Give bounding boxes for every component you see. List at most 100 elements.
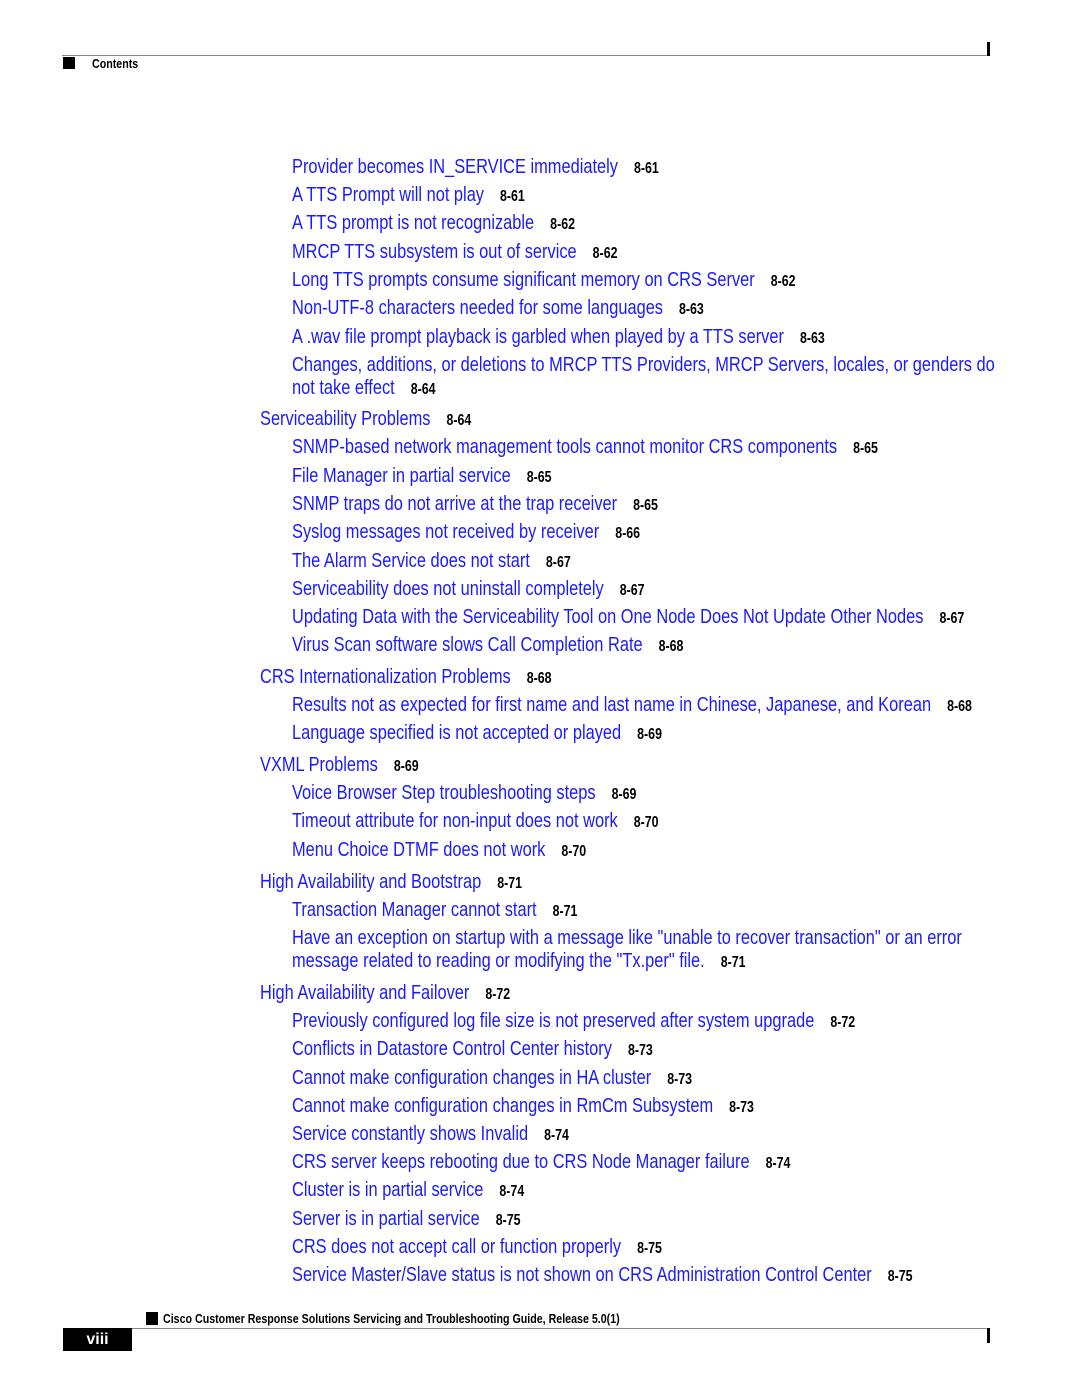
toc-entry-link[interactable]: MRCP TTS subsystem is out of service <box>292 240 577 263</box>
header-rule <box>62 55 990 56</box>
toc-entry-link[interactable]: Server is in partial service <box>292 1207 480 1230</box>
toc-entry-link[interactable]: High Availability and Bootstrap <box>260 870 481 893</box>
toc-entry-link[interactable]: Serviceability Problems <box>260 407 430 430</box>
toc-entry-link[interactable]: Changes, additions, or deletions to MRCP… <box>292 353 995 399</box>
toc-entry-link[interactable]: High Availability and Failover <box>260 981 469 1004</box>
toc-subsection-entry: Syslog messages not received by receiver… <box>292 520 640 545</box>
toc-entry-link[interactable]: File Manager in partial service <box>292 464 511 487</box>
toc-entry-link[interactable]: Menu Choice DTMF does not work <box>292 838 545 861</box>
toc-section-entry: CRS Internationalization Problems 8-68 <box>260 665 552 690</box>
toc-page-number: 8-62 <box>550 216 575 233</box>
toc-page-number: 8-69 <box>637 726 662 743</box>
toc-entry-link[interactable]: Language specified is not accepted or pl… <box>292 721 621 744</box>
toc-entry-link[interactable]: CRS server keeps rebooting due to CRS No… <box>292 1150 750 1173</box>
toc-subsection-entry: SNMP traps do not arrive at the trap rec… <box>292 492 658 517</box>
toc-page-number: 8-62 <box>592 245 618 262</box>
toc-subsection-entry: SNMP-based network management tools cann… <box>292 435 878 460</box>
toc-page-number: 8-68 <box>526 670 552 687</box>
footer-page-number: viii <box>63 1328 132 1351</box>
toc-page-number: 8-71 <box>497 875 523 892</box>
toc-entry-link[interactable]: Syslog messages not received by receiver <box>292 520 599 543</box>
toc-page-number: 8-71 <box>720 954 746 971</box>
toc-page-number: 8-69 <box>611 786 637 803</box>
toc-section-entry: High Availability and Bootstrap 8-71 <box>260 870 522 895</box>
toc-entry-link[interactable]: Cluster is in partial service <box>292 1178 483 1201</box>
toc-section-entry: Serviceability Problems 8-64 <box>260 407 471 432</box>
toc-entry-link[interactable]: CRS Internationalization Problems <box>260 665 511 688</box>
toc-page-number: 8-74 <box>499 1183 525 1200</box>
header-square-marker <box>63 57 75 69</box>
toc-page-number: 8-61 <box>500 188 525 205</box>
toc-entry-link[interactable]: Cannot make configuration changes in HA … <box>292 1066 651 1089</box>
toc-page-number: 8-67 <box>619 582 645 599</box>
toc-entry-link[interactable]: Results not as expected for first name a… <box>292 693 931 716</box>
header-edge-bar <box>987 42 990 56</box>
toc-entry-link[interactable]: Timeout attribute for non-input does not… <box>292 809 618 832</box>
toc-page-number: 8-62 <box>770 273 796 290</box>
toc-page-number: 8-72 <box>830 1014 856 1031</box>
footer-book-title: Cisco Customer Response Solutions Servic… <box>163 1311 620 1326</box>
toc-subsection-entry: CRS does not accept call or function pro… <box>292 1235 662 1260</box>
toc-page-number: 8-73 <box>667 1071 693 1088</box>
toc-entry-link[interactable]: Previously configured log file size is n… <box>292 1009 814 1032</box>
toc-subsection-entry: Serviceability does not uninstall comple… <box>292 577 645 602</box>
toc-subsection-entry: A TTS prompt is not recognizable 8-62 <box>292 211 575 236</box>
toc-subsection-entry: Conflicts in Datastore Control Center hi… <box>292 1037 653 1062</box>
toc-page-number: 8-75 <box>887 1268 913 1285</box>
toc-entry-link[interactable]: Non-UTF-8 characters needed for some lan… <box>292 296 663 319</box>
toc-page-number: 8-65 <box>853 440 878 457</box>
toc-section-entry: VXML Problems 8-69 <box>260 753 419 778</box>
footer-rule <box>132 1328 990 1329</box>
toc-entry-link[interactable]: Provider becomes IN_SERVICE immediately <box>292 155 618 178</box>
toc-entry-link[interactable]: Long TTS prompts consume significant mem… <box>292 268 755 291</box>
toc-entry-link[interactable]: A TTS prompt is not recognizable <box>292 211 534 234</box>
toc-entry-link[interactable]: Service Master/Slave status is not shown… <box>292 1263 872 1286</box>
toc-page-number: 8-72 <box>485 986 511 1003</box>
toc-page-number: 8-74 <box>765 1155 791 1172</box>
toc-page-number: 8-75 <box>637 1240 662 1257</box>
toc-subsection-entry: Have an exception on startup with a mess… <box>292 926 996 974</box>
toc-entry-link[interactable]: Transaction Manager cannot start <box>292 898 537 921</box>
toc-section-entry: High Availability and Failover 8-72 <box>260 981 510 1006</box>
toc-subsection-entry: Cannot make configuration changes in RmC… <box>292 1094 754 1119</box>
toc-page-number: 8-68 <box>947 698 972 715</box>
toc-page-number: 8-65 <box>633 497 658 514</box>
toc-page-number: 8-70 <box>561 843 587 860</box>
toc-subsection-entry: Language specified is not accepted or pl… <box>292 721 662 746</box>
toc-entry-link[interactable]: Have an exception on startup with a mess… <box>292 926 962 972</box>
footer-edge-bar <box>987 1328 990 1343</box>
toc-entry-link[interactable]: Cannot make configuration changes in RmC… <box>292 1094 713 1117</box>
toc-subsection-entry: A TTS Prompt will not play 8-61 <box>292 183 525 208</box>
toc-entry-link[interactable]: The Alarm Service does not start <box>292 549 530 572</box>
toc-entry-link[interactable]: SNMP traps do not arrive at the trap rec… <box>292 492 617 515</box>
toc-subsection-entry: Long TTS prompts consume significant mem… <box>292 268 796 293</box>
toc-entry-link[interactable]: Service constantly shows Invalid <box>292 1122 528 1145</box>
toc-entry-link[interactable]: Voice Browser Step troubleshooting steps <box>292 781 596 804</box>
toc-entry-link[interactable]: A .wav file prompt playback is garbled w… <box>292 325 784 348</box>
toc-page-number: 8-64 <box>410 381 436 398</box>
toc-page-number: 8-74 <box>544 1127 569 1144</box>
toc-subsection-entry: Timeout attribute for non-input does not… <box>292 809 659 834</box>
toc-subsection-entry: Virus Scan software slows Call Completio… <box>292 633 683 658</box>
toc-subsection-entry: Changes, additions, or deletions to MRCP… <box>292 353 996 401</box>
toc-entry-link[interactable]: Conflicts in Datastore Control Center hi… <box>292 1037 612 1060</box>
toc-entry-link[interactable]: SNMP-based network management tools cann… <box>292 435 837 458</box>
toc-page-number: 8-61 <box>634 160 659 177</box>
toc-page-number: 8-73 <box>627 1042 653 1059</box>
toc-entry-link[interactable]: Virus Scan software slows Call Completio… <box>292 633 643 656</box>
toc-page-number: 8-73 <box>729 1099 754 1116</box>
toc-entry-link[interactable]: VXML Problems <box>260 753 378 776</box>
toc-entry-link[interactable]: Updating Data with the Serviceability To… <box>292 605 923 628</box>
toc-entry-link[interactable]: CRS does not accept call or function pro… <box>292 1235 621 1258</box>
toc-subsection-entry: Transaction Manager cannot start 8-71 <box>292 898 577 923</box>
toc-subsection-entry: MRCP TTS subsystem is out of service 8-62 <box>292 240 617 265</box>
toc-subsection-entry: A .wav file prompt playback is garbled w… <box>292 325 825 350</box>
toc-entry-link[interactable]: A TTS Prompt will not play <box>292 183 484 206</box>
toc-subsection-entry: Non-UTF-8 characters needed for some lan… <box>292 296 704 321</box>
toc-subsection-entry: Cluster is in partial service 8-74 <box>292 1178 524 1203</box>
toc-page-number: 8-67 <box>545 554 571 571</box>
toc-subsection-entry: Voice Browser Step troubleshooting steps… <box>292 781 636 806</box>
toc-subsection-entry: Results not as expected for first name a… <box>292 693 972 718</box>
toc-entry-link[interactable]: Serviceability does not uninstall comple… <box>292 577 604 600</box>
toc-subsection-entry: CRS server keeps rebooting due to CRS No… <box>292 1150 790 1175</box>
